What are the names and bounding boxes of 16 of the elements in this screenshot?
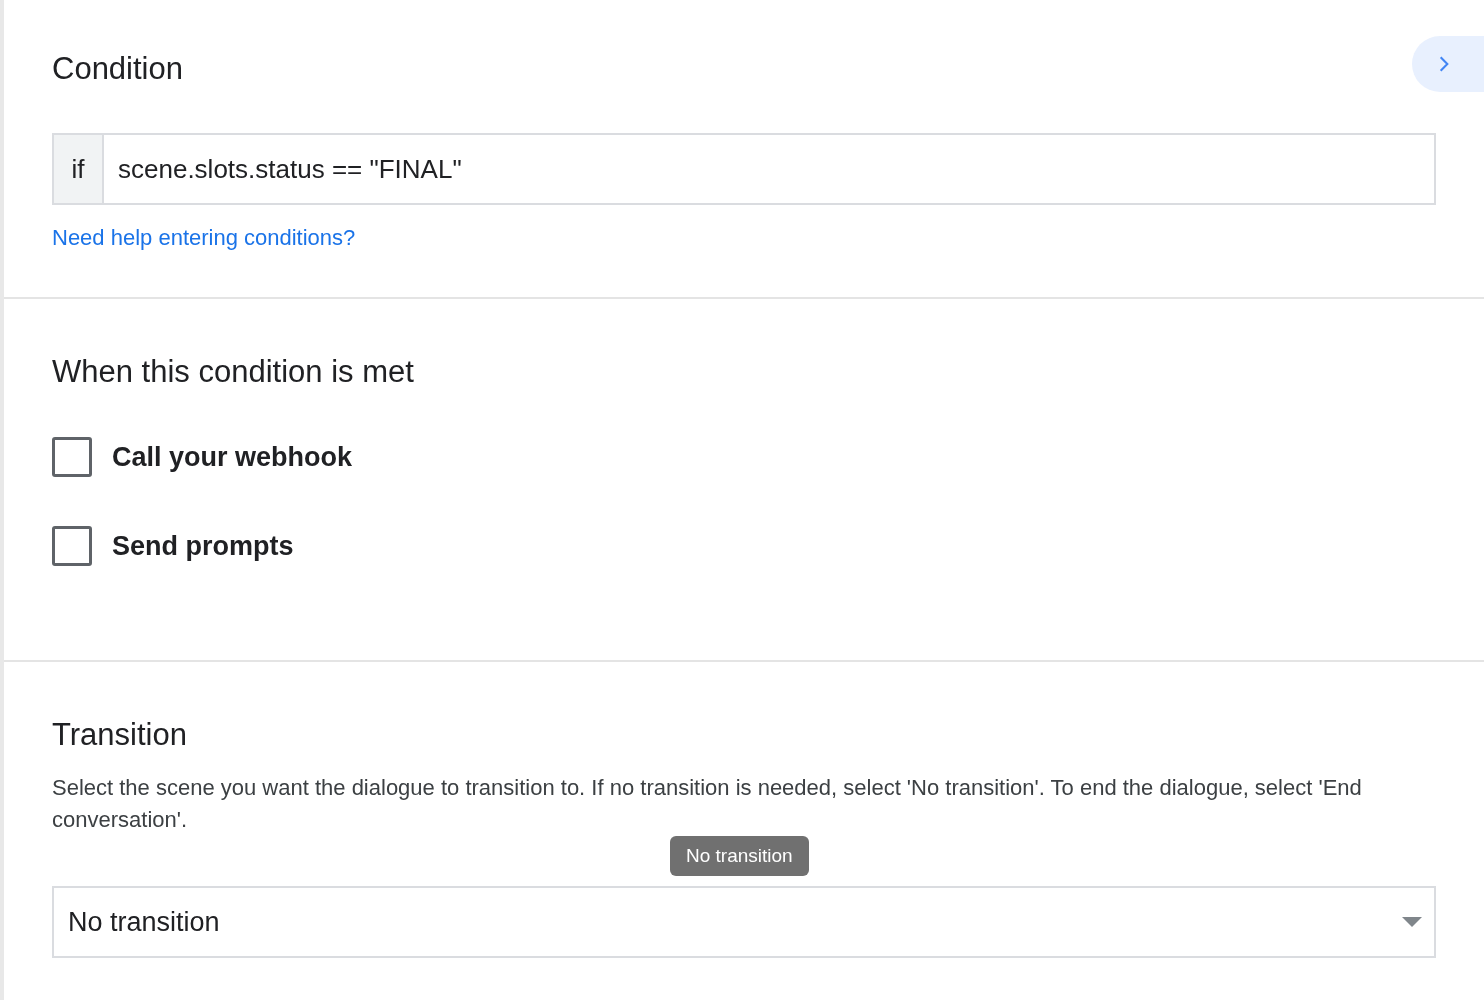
- select-value: No transition: [68, 905, 220, 939]
- transition-description: Select the scene you want the dialogue to transition to. If no transition is needed, select 'No transition'. To end the dialogue, select 'End conversation'.: [52, 774, 1363, 834]
- section-title: Transition: [52, 716, 188, 754]
- checkbox[interactable]: [52, 437, 92, 478]
- if-prefix-label: if: [54, 135, 104, 203]
- transition-select[interactable]: No transition: [52, 886, 1436, 958]
- checkbox-label: Send prompts: [112, 529, 294, 563]
- help-link[interactable]: Need help entering conditions?: [52, 221, 356, 254]
- condition-input-field[interactable]: if scene.slots.status == "FINAL": [52, 133, 1436, 205]
- tooltip: No transition: [670, 836, 809, 876]
- condition-expression: scene.slots.status == "FINAL": [117, 152, 462, 186]
- dropdown-arrow-icon: [1402, 917, 1422, 927]
- checkbox-label: Call your webhook: [112, 441, 353, 474]
- checkbox[interactable]: [52, 525, 92, 566]
- section-title: When this condition is met: [52, 353, 415, 391]
- section-title: Condition: [52, 50, 184, 88]
